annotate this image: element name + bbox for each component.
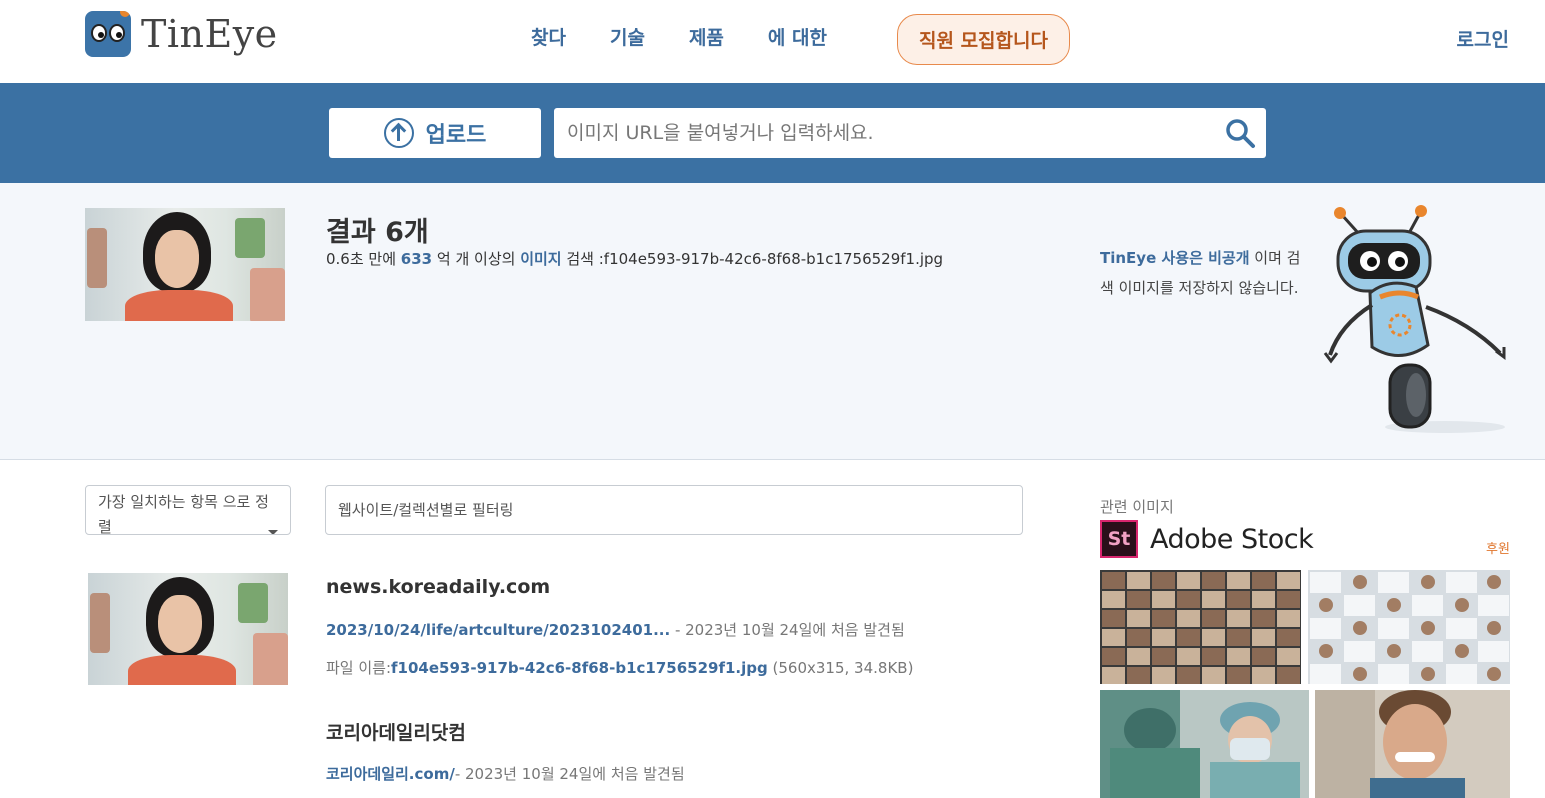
result-thumbnail[interactable] — [88, 573, 288, 685]
adobe-stock-badge: St — [1100, 520, 1138, 558]
result-subtitle: 0.6초 만에 633 억 개 이상의 이미지 검색 :f104e593-917… — [326, 250, 944, 268]
nav-about[interactable]: 에 대한 — [768, 23, 827, 50]
related-image[interactable] — [1100, 690, 1309, 798]
result-url-line: 코리아데일리.com/- 2023년 10월 24일에 처음 발견됨 — [326, 765, 685, 783]
privacy-note: TinEye 사용은 비공개 이며 검색 이미지를 저장하지 않습니다. — [1100, 249, 1301, 297]
nav-products[interactable]: 제품 — [689, 23, 724, 50]
chevron-down-icon — [268, 530, 278, 534]
sort-select[interactable]: 가장 일치하는 항목 으로 정렬 — [85, 485, 291, 535]
related-image[interactable] — [1100, 570, 1301, 684]
upload-button[interactable]: 업로드 — [329, 108, 541, 158]
upload-label: 업로드 — [425, 123, 487, 148]
adobe-stock-logo[interactable]: St Adobe Stock — [1100, 520, 1314, 558]
result-url-link[interactable]: 2023/10/24/life/artculture/2023102401... — [326, 621, 670, 639]
top-bar: TinEye 찾다 기술 제품 에 대한 직원 모집합니다 로그인 — [0, 0, 1545, 83]
filter-input[interactable] — [325, 485, 1023, 535]
search-band: 업로드 — [0, 83, 1545, 183]
result-domain: 코리아데일리닷컴 — [326, 722, 466, 744]
login-link[interactable]: 로그인 — [1457, 25, 1509, 52]
robot-mascot-icon — [1323, 205, 1506, 433]
result-domain: news.koreadaily.com — [326, 576, 551, 598]
search-icon[interactable] — [1224, 117, 1256, 149]
query-image — [85, 208, 285, 321]
related-image[interactable] — [1308, 570, 1510, 684]
hiring-button[interactable]: 직원 모집합니다 — [897, 14, 1070, 65]
adobe-stock-name: Adobe Stock — [1150, 523, 1314, 555]
robot-logo-icon — [85, 11, 131, 57]
images-link[interactable]: 이미지 — [520, 250, 561, 268]
result-url-line: 2023/10/24/life/artculture/2023102401...… — [326, 621, 905, 639]
sort-select-value: 가장 일치하는 항목 으로 정렬 — [98, 493, 269, 535]
result-file-line: 파일 이름:f104e593-917b-42c6-8f68-b1c1756529… — [326, 659, 914, 677]
related-image[interactable] — [1315, 690, 1510, 798]
result-file-link[interactable]: f104e593-917b-42c6-8f68-b1c1756529f1.jpg — [391, 659, 768, 677]
related-images-heading: 관련 이미지 — [1100, 498, 1174, 516]
logo-text: TinEye — [141, 12, 278, 56]
nav-technology[interactable]: 기술 — [610, 23, 645, 50]
privacy-link[interactable]: TinEye 사용은 비공개 — [1100, 249, 1250, 267]
upload-arrow-icon — [383, 118, 414, 148]
search-summary: 결과 6개 0.6초 만에 633 억 개 이상의 이미지 검색 :f104e5… — [0, 183, 1545, 460]
result-url-link[interactable]: 코리아데일리.com/ — [326, 765, 455, 783]
tineye-logo[interactable]: TinEye — [85, 11, 278, 57]
sponsored-label: 후원 — [1486, 542, 1510, 557]
nav-search[interactable]: 찾다 — [531, 23, 566, 50]
image-url-input[interactable] — [554, 108, 1266, 158]
main-nav: 찾다 기술 제품 에 대한 직원 모집합니다 — [531, 14, 1070, 65]
result-count-title: 결과 6개 — [326, 217, 429, 248]
